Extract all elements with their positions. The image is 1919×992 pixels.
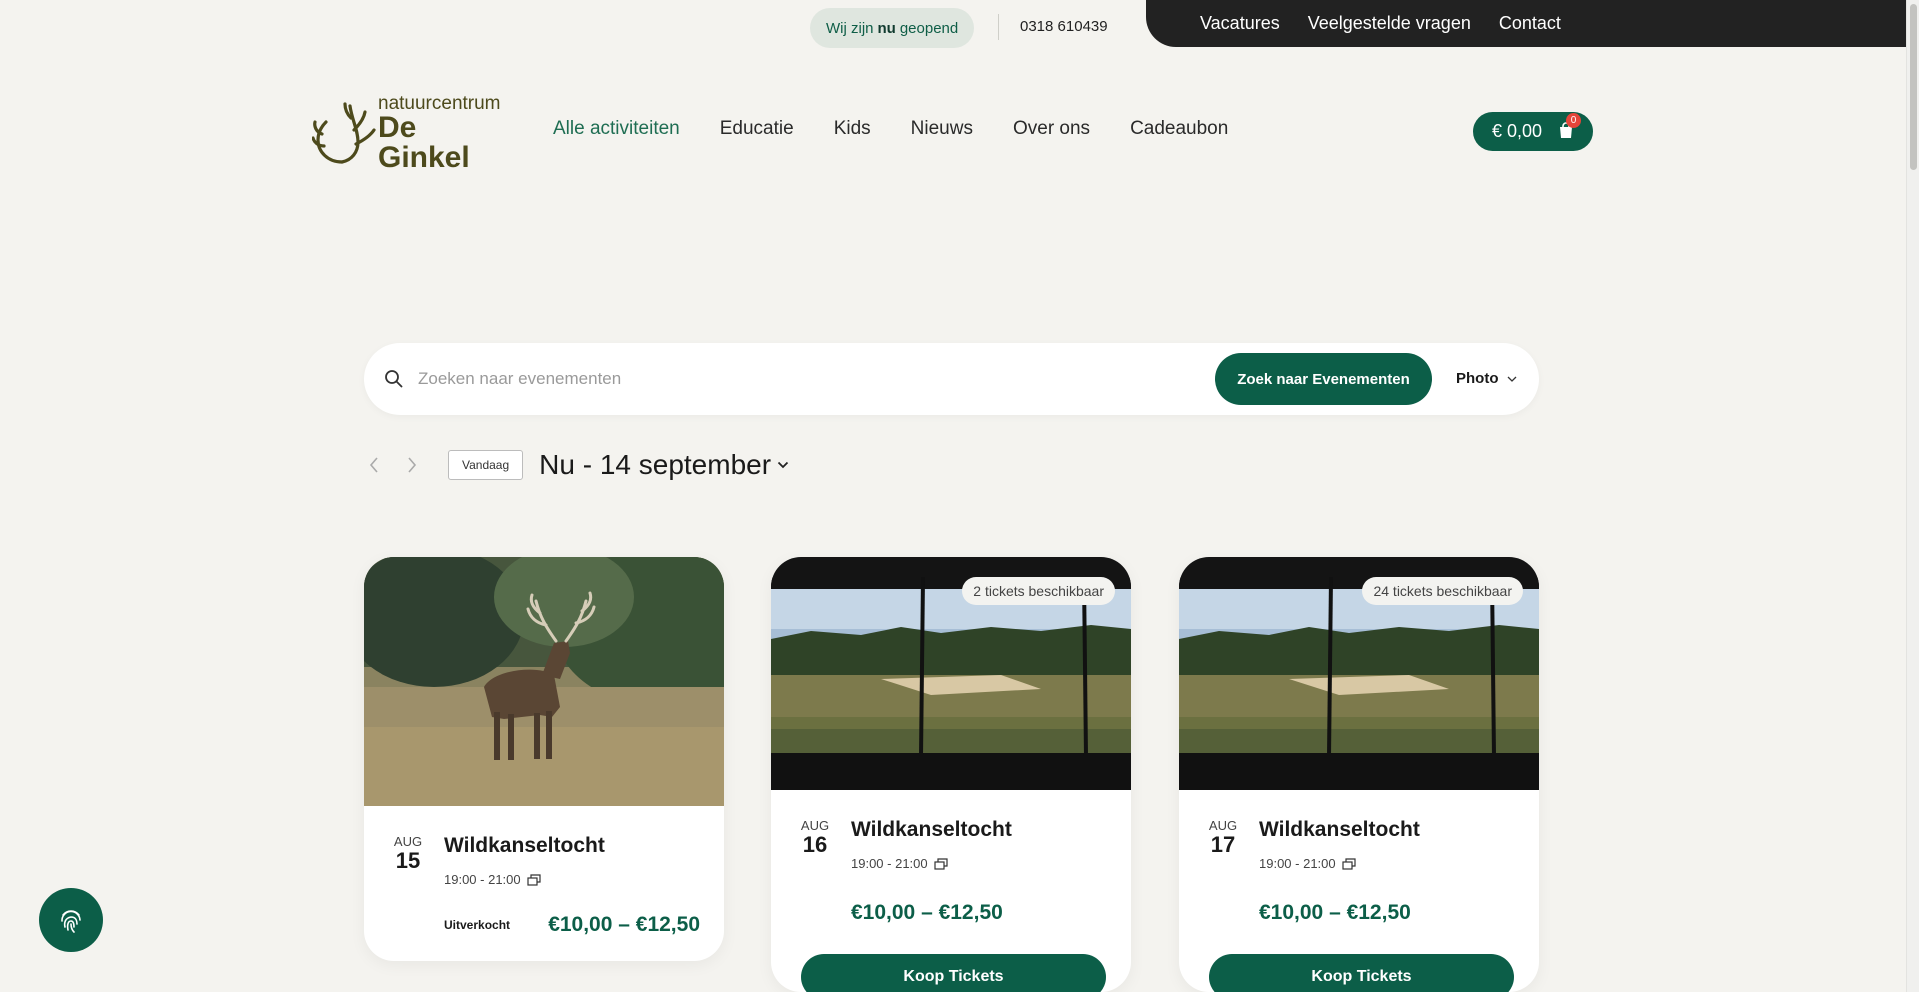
event-month: AUG (800, 818, 830, 833)
top-links-bar: Vacatures Veelgestelde vragen Contact (1146, 0, 1906, 47)
nav-educatie[interactable]: Educatie (720, 118, 794, 140)
event-price: €10,00 – €12,50 (851, 901, 1003, 924)
search-input[interactable] (418, 363, 1018, 395)
nav-nieuws[interactable]: Nieuws (911, 118, 973, 140)
cart-button[interactable]: € 0,00 0 (1473, 112, 1593, 151)
date-range-label: Nu - 14 september (539, 449, 772, 480)
topbar-divider (998, 14, 999, 40)
event-image-deer[interactable] (364, 557, 724, 806)
nav-over-ons[interactable]: Over ons (1013, 118, 1090, 140)
previous-button[interactable] (364, 453, 384, 477)
event-card[interactable]: 24 tickets beschikbaar AUG 17 Wildkansel… (1179, 557, 1539, 992)
next-button[interactable] (402, 453, 422, 477)
today-button[interactable]: Vandaag (448, 450, 524, 480)
search-events-button[interactable]: Zoek naar Evenementen (1215, 353, 1432, 405)
deer-photo (364, 557, 724, 806)
recurring-icon (934, 857, 948, 870)
event-title[interactable]: Wildkanseltocht (1259, 818, 1420, 841)
event-card[interactable]: 2 tickets beschikbaar AUG 16 Wildkanselt… (771, 557, 1131, 992)
event-time-row: 19:00 - 21:00 (851, 856, 1107, 871)
date-range-picker[interactable]: Nu - 14 september (539, 449, 789, 481)
cart-total: € 0,00 (1492, 121, 1543, 141)
event-date: AUG 15 (388, 834, 428, 873)
buy-tickets-button[interactable]: Koop Tickets (801, 954, 1106, 992)
event-date: AUG 16 (795, 818, 835, 857)
view-selector-label: Photo (1456, 370, 1499, 387)
chevron-left-icon (369, 457, 378, 473)
cart-count-badge: 0 (1566, 113, 1581, 128)
nav-kids[interactable]: Kids (834, 118, 871, 140)
event-time: 19:00 - 21:00 (444, 872, 521, 887)
tickets-available-badge: 2 tickets beschikbaar (962, 577, 1115, 605)
open-status-prefix: Wij zijn (826, 19, 874, 37)
nav-cadeaubon[interactable]: Cadeaubon (1130, 118, 1228, 140)
event-time-row: 19:00 - 21:00 (444, 872, 700, 887)
soldout-label: Uitverkocht (444, 918, 511, 932)
scrollbar-thumb[interactable] (1910, 4, 1917, 170)
date-navigation: Vandaag Nu - 14 september (364, 448, 789, 482)
event-price: €10,00 – €12,50 (548, 913, 700, 936)
event-time-row: 19:00 - 21:00 (1259, 856, 1515, 871)
open-status-now: nu (877, 19, 896, 37)
chevron-down-icon (1507, 376, 1516, 382)
view-selector[interactable]: Photo (1456, 370, 1517, 387)
event-time: 19:00 - 21:00 (851, 856, 928, 871)
logo-line2: De Ginkel (378, 110, 470, 174)
logo-line1: natuurcentrum (378, 92, 501, 114)
buy-tickets-button[interactable]: Koop Tickets (1209, 954, 1514, 992)
event-title[interactable]: Wildkanseltocht (851, 818, 1012, 841)
chevron-right-icon (408, 457, 417, 473)
top-link-contact[interactable]: Contact (1499, 13, 1561, 34)
cookie-settings-button[interactable] (39, 888, 103, 952)
top-link-vacatures[interactable]: Vacatures (1200, 13, 1280, 34)
event-date: AUG 17 (1203, 818, 1243, 857)
event-image-view[interactable]: 24 tickets beschikbaar (1179, 557, 1539, 790)
event-day: 16 (802, 832, 828, 857)
event-time: 19:00 - 21:00 (1259, 856, 1336, 871)
main-nav: Alle activiteiten Educatie Kids Nieuws O… (553, 118, 1228, 140)
nav-alle-activiteiten[interactable]: Alle activiteiten (553, 118, 680, 140)
event-image-view[interactable]: 2 tickets beschikbaar (771, 557, 1131, 790)
antler-logo-icon (312, 102, 376, 164)
event-day: 17 (1210, 832, 1236, 857)
chevron-down-icon (777, 461, 789, 469)
event-month: AUG (1208, 818, 1238, 833)
search-icon (385, 370, 403, 388)
event-month: AUG (393, 834, 423, 849)
event-day: 15 (395, 848, 421, 873)
top-link-faq[interactable]: Veelgestelde vragen (1308, 13, 1471, 34)
fingerprint-icon (61, 910, 81, 933)
tickets-available-badge: 24 tickets beschikbaar (1362, 577, 1523, 605)
event-card[interactable]: AUG 15 Wildkanseltocht 19:00 - 21:00 Uit… (364, 557, 724, 961)
recurring-icon (527, 873, 541, 886)
open-status-badge: Wij zijn nu geopend (810, 8, 975, 48)
event-title[interactable]: Wildkanseltocht (444, 834, 605, 857)
page-scrollbar[interactable] (1906, 0, 1919, 992)
event-search-bar: Zoek naar Evenementen Photo (364, 343, 1539, 415)
phone-link[interactable]: 0318 610439 (1020, 18, 1108, 35)
open-status-suffix: geopend (899, 19, 959, 37)
site-logo[interactable]: natuurcentrum De Ginkel (312, 94, 512, 172)
recurring-icon (1342, 857, 1356, 870)
event-price: €10,00 – €12,50 (1259, 901, 1411, 924)
